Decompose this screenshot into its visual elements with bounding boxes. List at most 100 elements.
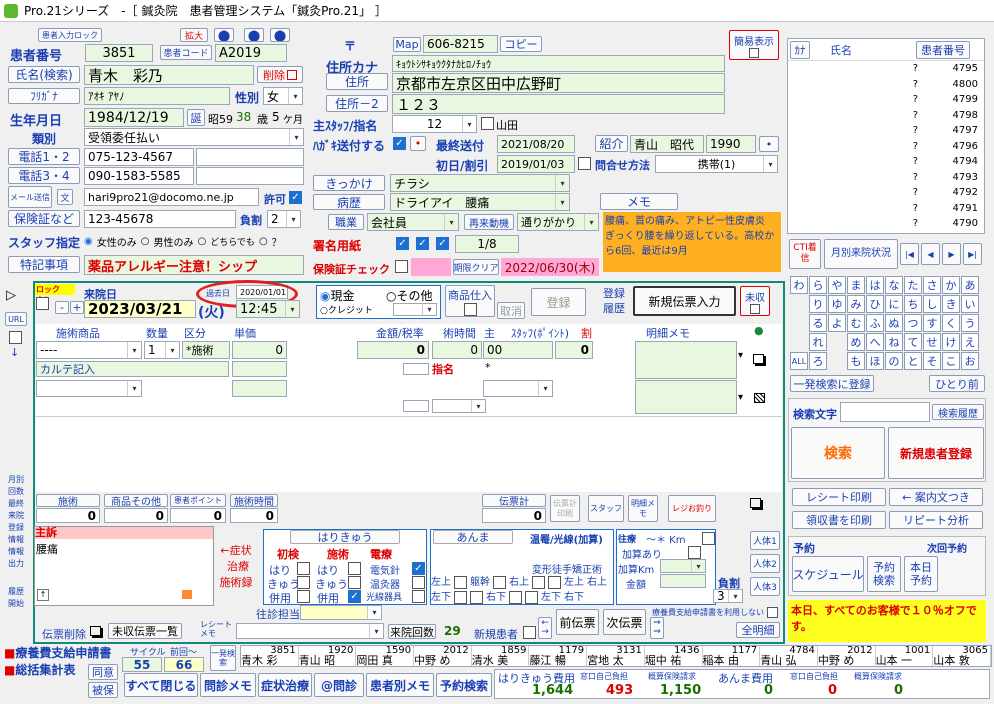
- hari-c1-box[interactable]: [297, 562, 310, 575]
- recent-patient[interactable]: 1859 清水 美: [472, 646, 530, 666]
- kana-key[interactable]: へ: [866, 333, 884, 351]
- side-menu[interactable]: 月別 回数 最終 来院 登録 情報 情報 出力 履歴 開始: [4, 474, 28, 610]
- patient-list-row[interactable]: ? 4798: [788, 108, 984, 124]
- kana-key[interactable]: と: [904, 352, 922, 370]
- insured-button[interactable]: 被保: [88, 682, 118, 698]
- reserve-search-bottom[interactable]: 予約検索: [436, 673, 492, 697]
- job-button[interactable]: 職業: [328, 214, 364, 230]
- row1-item[interactable]: ---- ▾: [36, 341, 142, 359]
- map-button[interactable]: Map: [393, 37, 421, 52]
- recent-patient[interactable]: 1436 堀中 祐: [645, 646, 703, 666]
- special-note-button[interactable]: 特記事項: [8, 256, 80, 273]
- patient-list-row[interactable]: ? 4791: [788, 201, 984, 217]
- total-btn-regi[interactable]: レジお釣り: [668, 495, 716, 522]
- cti-button[interactable]: CTI着信: [789, 239, 821, 269]
- insurance-field[interactable]: 123-45678: [84, 210, 236, 228]
- kana-key[interactable]: そ: [923, 352, 941, 370]
- symptom-button[interactable]: ←症状: [216, 543, 256, 557]
- slip-delete-label[interactable]: 伝票削除: [42, 626, 86, 642]
- recent-patient[interactable]: 1590 岡田 真: [356, 646, 415, 666]
- visit-date-field[interactable]: 2023/03/21: [84, 300, 196, 318]
- zoom-button[interactable]: 拡大: [180, 28, 208, 42]
- permit-checkbox[interactable]: ✓: [289, 191, 302, 204]
- repeat-analysis-button[interactable]: リピート分析: [889, 511, 983, 529]
- visit-count-button[interactable]: 来院回数: [388, 624, 436, 639]
- cb[interactable]: [532, 576, 545, 589]
- kana-key[interactable]: き: [942, 295, 960, 313]
- close-all-button[interactable]: すべて閉じる: [124, 673, 198, 697]
- insurance-button[interactable]: 保険証など: [8, 210, 80, 227]
- recent-strip[interactable]: 3851 青木 彩 1920 青山 昭 1590 岡田 真 2012 中野 め 1859 清水 美…: [240, 645, 992, 667]
- recent-patient[interactable]: 1177 稲本 由: [703, 646, 761, 666]
- kyu-c2-box[interactable]: [348, 576, 361, 589]
- hari-c2-box[interactable]: [348, 562, 361, 575]
- kingaku-field[interactable]: [660, 574, 706, 588]
- address-field[interactable]: 京都市左京区田中広野町: [392, 73, 725, 93]
- recent-patient[interactable]: 1179 藤江 暢: [529, 646, 588, 666]
- patient-list-row[interactable]: ? 4793: [788, 170, 984, 186]
- list-nav-button[interactable]: ▶: [942, 243, 961, 265]
- staff-options[interactable]: ◉ 女性のみ ○ 男性のみ ○ どちらでも ○？: [84, 234, 282, 249]
- sign-check-3[interactable]: ✓: [436, 237, 449, 250]
- recent-patient[interactable]: 3131 宮地 太: [587, 646, 645, 666]
- kasan-box[interactable]: [688, 546, 701, 559]
- swap-button-2[interactable]: ⇒ ⇒: [650, 617, 664, 639]
- intro-id[interactable]: 1990: [706, 135, 756, 153]
- slip-delete-icon[interactable]: [90, 626, 101, 636]
- kana-key[interactable]: ろ: [809, 352, 827, 370]
- patient-list-row[interactable]: ? 4795: [788, 61, 984, 77]
- cb[interactable]: [454, 591, 467, 604]
- copy-button[interactable]: コピー: [500, 36, 542, 52]
- patient-list-row[interactable]: ? 4800: [788, 77, 984, 93]
- address-kana-field[interactable]: ｷｮｳﾄｼｻｷｮｳｸﾀﾅｶﾋﾛﾉﾁｮｳ: [392, 55, 725, 72]
- cash-radio[interactable]: ◉現金: [320, 287, 355, 304]
- toggle-3[interactable]: ⬤: [270, 28, 290, 42]
- kana-key[interactable]: こ: [942, 352, 960, 370]
- person-diagram-button[interactable]: 人体1: [750, 531, 780, 550]
- symptom-cure-button[interactable]: 症状治療: [258, 673, 312, 697]
- kana-key[interactable]: て: [904, 333, 922, 351]
- kana-key[interactable]: く: [942, 314, 960, 332]
- trigger-button[interactable]: きっかけ: [313, 175, 385, 191]
- intro-detail-button[interactable]: •: [759, 136, 779, 152]
- row1-staff[interactable]: 00: [483, 341, 553, 359]
- patient-code[interactable]: A2019: [215, 44, 287, 62]
- kana-key[interactable]: ら: [809, 276, 827, 294]
- total-btn-slip_print[interactable]: 伝票計印刷: [550, 495, 580, 522]
- memo-text[interactable]: 腰痛、首の痛み、アトピー性皮膚炎 ぎっくり腰を繰り返している。高校から6回、最近…: [603, 212, 781, 272]
- search-button[interactable]: 検索: [791, 427, 885, 479]
- cb[interactable]: [454, 576, 467, 589]
- kana-key[interactable]: み: [847, 295, 865, 313]
- trigger-select[interactable]: チラシ ▾: [390, 174, 570, 192]
- credit-radio[interactable]: ○クレジット: [320, 303, 373, 316]
- tel34-button[interactable]: 電話3・4: [8, 167, 80, 184]
- treatment-record-button[interactable]: 施術録: [216, 575, 256, 589]
- job-select[interactable]: 会社員 ▾: [367, 213, 459, 231]
- kana-key[interactable]: ち: [904, 295, 922, 313]
- row2-price[interactable]: [232, 361, 287, 377]
- kana-key[interactable]: む: [847, 314, 865, 332]
- kana-key[interactable]: せ: [923, 333, 941, 351]
- kana-key[interactable]: ぬ: [885, 314, 903, 332]
- kana-key[interactable]: よ: [828, 314, 846, 332]
- anma-button[interactable]: あんま: [433, 530, 513, 544]
- address2-field[interactable]: １２３: [392, 94, 725, 114]
- burden-select[interactable]: 2 ▾: [267, 210, 301, 228]
- kana-key[interactable]: え: [961, 333, 979, 351]
- row1-disc[interactable]: 0: [555, 341, 593, 359]
- side-toggle-icon[interactable]: ▷: [6, 288, 16, 303]
- chief-complaint[interactable]: 腰痛: [36, 541, 58, 557]
- tel2-field[interactable]: [196, 148, 304, 166]
- birth-date[interactable]: 1984/12/19: [84, 108, 184, 127]
- side-menu-item[interactable]: 情報: [4, 534, 28, 546]
- recent-patient[interactable]: 1920 青山 昭: [299, 646, 357, 666]
- furigana-field[interactable]: ｱｵｷ ｱﾔﾉ: [84, 87, 230, 105]
- hari-button[interactable]: はりきゅう: [290, 530, 400, 544]
- new-patient-box[interactable]: [523, 626, 536, 639]
- register-button[interactable]: 登録: [531, 288, 586, 316]
- kana-key[interactable]: れ: [809, 333, 827, 351]
- swap-button[interactable]: ← →: [538, 617, 552, 639]
- recent-patient[interactable]: 2012 中野 め: [414, 646, 472, 666]
- monshin-button[interactable]: @問診: [314, 673, 364, 697]
- tel1-field[interactable]: 075-123-4567: [84, 148, 194, 166]
